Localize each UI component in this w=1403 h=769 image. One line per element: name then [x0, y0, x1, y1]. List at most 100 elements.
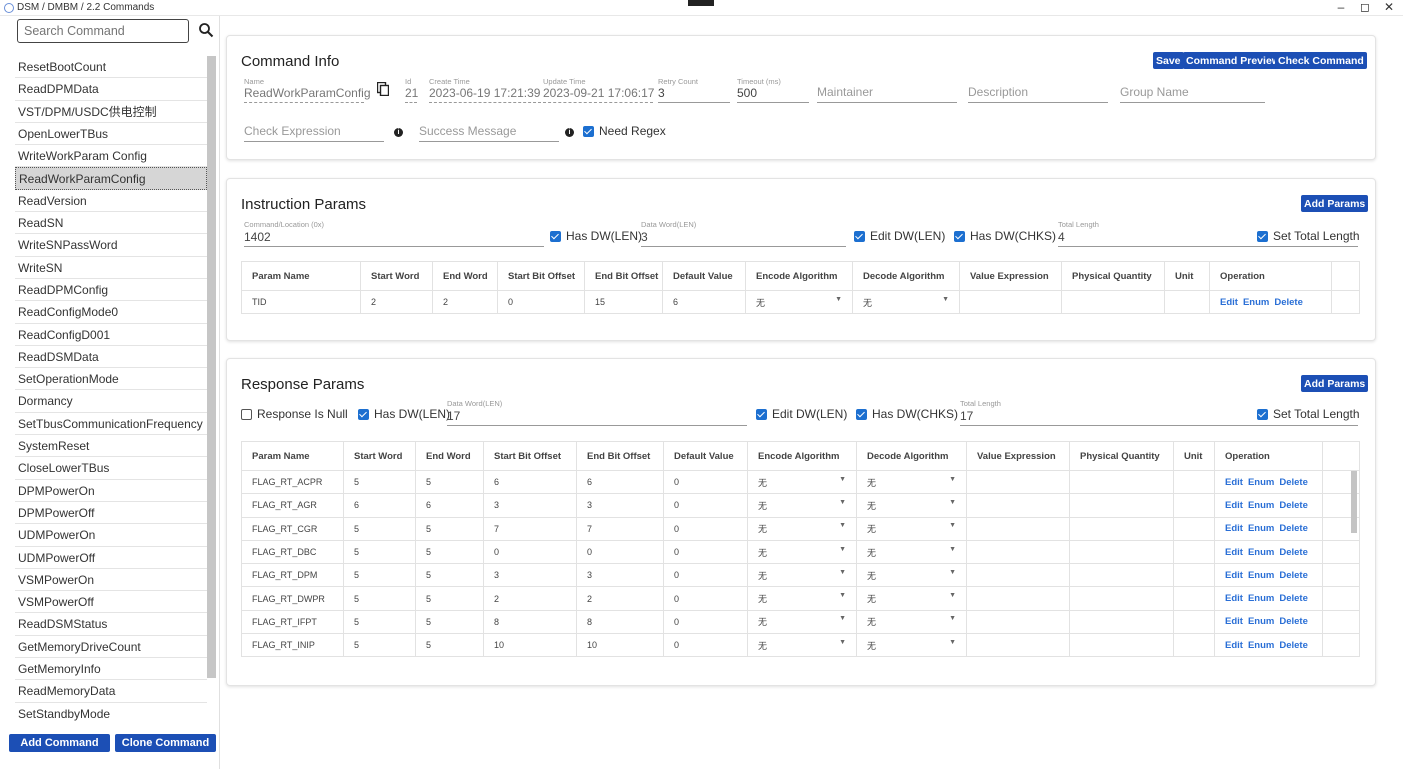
table-row[interactable]: FLAG_RT_AGR 6 6 3 3 0 无 ▼ 无 ▼ Edit Enum Delete — [241, 493, 1360, 518]
column-header[interactable]: End Bit Offset — [584, 261, 663, 291]
copy-icon[interactable] — [377, 82, 389, 96]
command-list-item[interactable]: ReadMemoryData — [15, 680, 207, 703]
command-list-item[interactable]: ReadDSMData — [15, 346, 207, 369]
delete-link[interactable]: Delete — [1279, 616, 1308, 627]
check-expression-info-icon[interactable]: i — [394, 128, 403, 137]
column-header[interactable]: Operation — [1214, 441, 1323, 471]
table-row[interactable]: FLAG_RT_DBC 5 5 0 0 0 无 ▼ 无 ▼ Edit Enum Delete — [241, 539, 1360, 565]
maintainer-field[interactable]: Maintainer — [817, 77, 957, 103]
command-list-item[interactable]: SetStandbyMode — [15, 703, 207, 724]
encode-algorithm-select[interactable]: 无 ▼ — [747, 633, 857, 658]
decode-algorithm-select[interactable]: 无 ▼ — [856, 633, 967, 658]
decode-algorithm-select[interactable]: 无 ▼ — [856, 586, 967, 611]
has-dw-chks-checkbox[interactable]: Has DW(CHKS) — [954, 229, 1056, 243]
delete-link[interactable]: Delete — [1279, 477, 1308, 488]
delete-link[interactable]: Delete — [1279, 640, 1308, 651]
enum-link[interactable]: Enum — [1248, 547, 1274, 558]
has-dw-len-checkbox[interactable]: Has DW(LEN) — [550, 229, 642, 243]
column-header[interactable]: Value Expression — [966, 441, 1070, 471]
edit-link[interactable]: Edit — [1225, 570, 1243, 581]
list-scrollbar[interactable] — [207, 56, 216, 678]
table-row[interactable]: FLAG_RT_CGR 5 5 7 7 0 无 ▼ 无 ▼ Edit Enum Delete — [241, 516, 1360, 541]
delete-link[interactable]: Delete — [1279, 547, 1308, 558]
command-list-item[interactable]: DPMPowerOn — [15, 480, 207, 502]
delete-link[interactable]: Delete — [1274, 297, 1303, 308]
name-field[interactable]: Name ReadWorkParamConfig — [244, 77, 371, 103]
edit-link[interactable]: Edit — [1225, 523, 1243, 534]
command-list-item[interactable]: GetMemoryDriveCount — [15, 636, 207, 659]
set-total-length-checkbox[interactable]: Set Total Length — [1257, 407, 1360, 421]
command-list-item[interactable]: ReadDPMData — [15, 78, 207, 101]
command-list-item[interactable]: VST/DPM/USDC供电控制 — [15, 101, 207, 123]
enum-link[interactable]: Enum — [1243, 297, 1269, 308]
column-header[interactable]: Decode Algorithm — [852, 261, 960, 291]
data-word-len-field[interactable]: Data Word(LEN) 17 — [447, 399, 747, 426]
table-row[interactable]: TID 2 2 0 15 6 无 ▼ 无 ▼ Edit Enum Delete — [241, 289, 1360, 315]
edit-link[interactable]: Edit — [1225, 500, 1243, 511]
maximize-button[interactable]: ◻ — [1355, 0, 1375, 14]
table-row[interactable]: FLAG_RT_INIP 5 5 10 10 0 无 ▼ 无 ▼ Edit Enum Delete — [241, 633, 1360, 658]
check-command-button[interactable]: Check Command — [1275, 52, 1367, 69]
delete-link[interactable]: Delete — [1279, 523, 1308, 534]
edit-dw-len-checkbox[interactable]: Edit DW(LEN) — [756, 407, 847, 421]
encode-algorithm-select[interactable]: 无 ▼ — [747, 469, 857, 495]
edit-link[interactable]: Edit — [1225, 640, 1243, 651]
command-list-item[interactable]: DPMPowerOff — [15, 502, 207, 525]
edit-link[interactable]: Edit — [1220, 297, 1238, 308]
command-list-item[interactable]: SystemReset — [15, 435, 207, 458]
edit-link[interactable]: Edit — [1225, 547, 1243, 558]
command-list-item[interactable]: UDMPowerOn — [15, 524, 207, 547]
column-header[interactable]: Param Name — [241, 441, 344, 471]
edit-link[interactable]: Edit — [1225, 593, 1243, 604]
search-icon[interactable] — [198, 22, 214, 38]
close-button[interactable]: ✕ — [1379, 0, 1399, 14]
command-location-field[interactable]: Command/Location (0x) 1402 — [244, 220, 544, 247]
command-preview-button[interactable]: Command Preview — [1183, 52, 1283, 69]
edit-link[interactable]: Edit — [1225, 477, 1243, 488]
response-is-null-checkbox[interactable]: Response Is Null — [241, 407, 348, 421]
command-list-item[interactable]: Dormancy — [15, 390, 207, 413]
description-field[interactable]: Description — [968, 77, 1108, 103]
column-header[interactable]: Encode Algorithm — [745, 261, 853, 291]
command-list-item[interactable]: ReadDSMStatus — [15, 613, 207, 636]
table-row[interactable]: FLAG_RT_ACPR 5 5 6 6 0 无 ▼ 无 ▼ Edit Enum Delete — [241, 469, 1360, 495]
table-row[interactable]: FLAG_RT_DWPR 5 5 2 2 0 无 ▼ 无 ▼ Edit Enum Delete — [241, 586, 1360, 611]
command-list-item[interactable]: ReadWorkParamConfig — [15, 167, 207, 190]
enum-link[interactable]: Enum — [1248, 640, 1274, 651]
column-header[interactable]: Decode Algorithm — [856, 441, 967, 471]
table-row[interactable]: FLAG_RT_IFPT 5 5 8 8 0 无 ▼ 无 ▼ Edit Enum Delete — [241, 609, 1360, 635]
command-list-item[interactable]: SetOperationMode — [15, 368, 207, 391]
command-list-item[interactable]: UDMPowerOff — [15, 547, 207, 569]
search-input[interactable] — [17, 19, 189, 43]
command-list-item[interactable]: CloseLowerTBus — [15, 457, 207, 480]
encode-algorithm-select[interactable]: 无 ▼ — [747, 493, 857, 518]
column-header[interactable]: Unit — [1173, 441, 1215, 471]
command-list-item[interactable]: GetMemoryInfo — [15, 658, 207, 681]
add-command-button[interactable]: Add Command — [9, 734, 110, 752]
delete-link[interactable]: Delete — [1279, 570, 1308, 581]
need-regex-checkbox[interactable]: Need Regex — [583, 124, 666, 138]
enum-link[interactable]: Enum — [1248, 593, 1274, 604]
group-name-field[interactable]: Group Name — [1120, 77, 1265, 103]
column-header[interactable]: Value Expression — [959, 261, 1062, 291]
column-header[interactable]: Default Value — [663, 441, 748, 471]
command-list-item[interactable]: WriteSN — [15, 257, 207, 279]
encode-algorithm-select[interactable]: 无 ▼ — [747, 586, 857, 611]
retry-count-field[interactable]: Retry Count 3 — [658, 77, 730, 103]
column-header[interactable]: End Word — [415, 441, 484, 471]
command-list-item[interactable]: OpenLowerTBus — [15, 123, 207, 146]
column-header[interactable]: Start Bit Offset — [483, 441, 577, 471]
column-header[interactable]: Start Word — [360, 261, 433, 291]
command-list-item[interactable]: WriteWorkParam Config — [15, 145, 207, 168]
command-list-item[interactable]: VSMPowerOff — [15, 591, 207, 614]
command-list-item[interactable]: ReadDPMConfig — [15, 279, 207, 302]
column-header[interactable]: Physical Quantity — [1069, 441, 1174, 471]
column-header[interactable]: Start Bit Offset — [497, 261, 585, 291]
column-header[interactable]: Start Word — [343, 441, 416, 471]
command-list-item[interactable]: ReadConfigD001 — [15, 324, 207, 346]
command-list-item[interactable]: WriteSNPassWord — [15, 234, 207, 257]
delete-link[interactable]: Delete — [1279, 500, 1308, 511]
has-dw-len-checkbox[interactable]: Has DW(LEN) — [358, 407, 450, 421]
column-header[interactable]: Unit — [1164, 261, 1210, 291]
column-header[interactable]: End Word — [432, 261, 498, 291]
